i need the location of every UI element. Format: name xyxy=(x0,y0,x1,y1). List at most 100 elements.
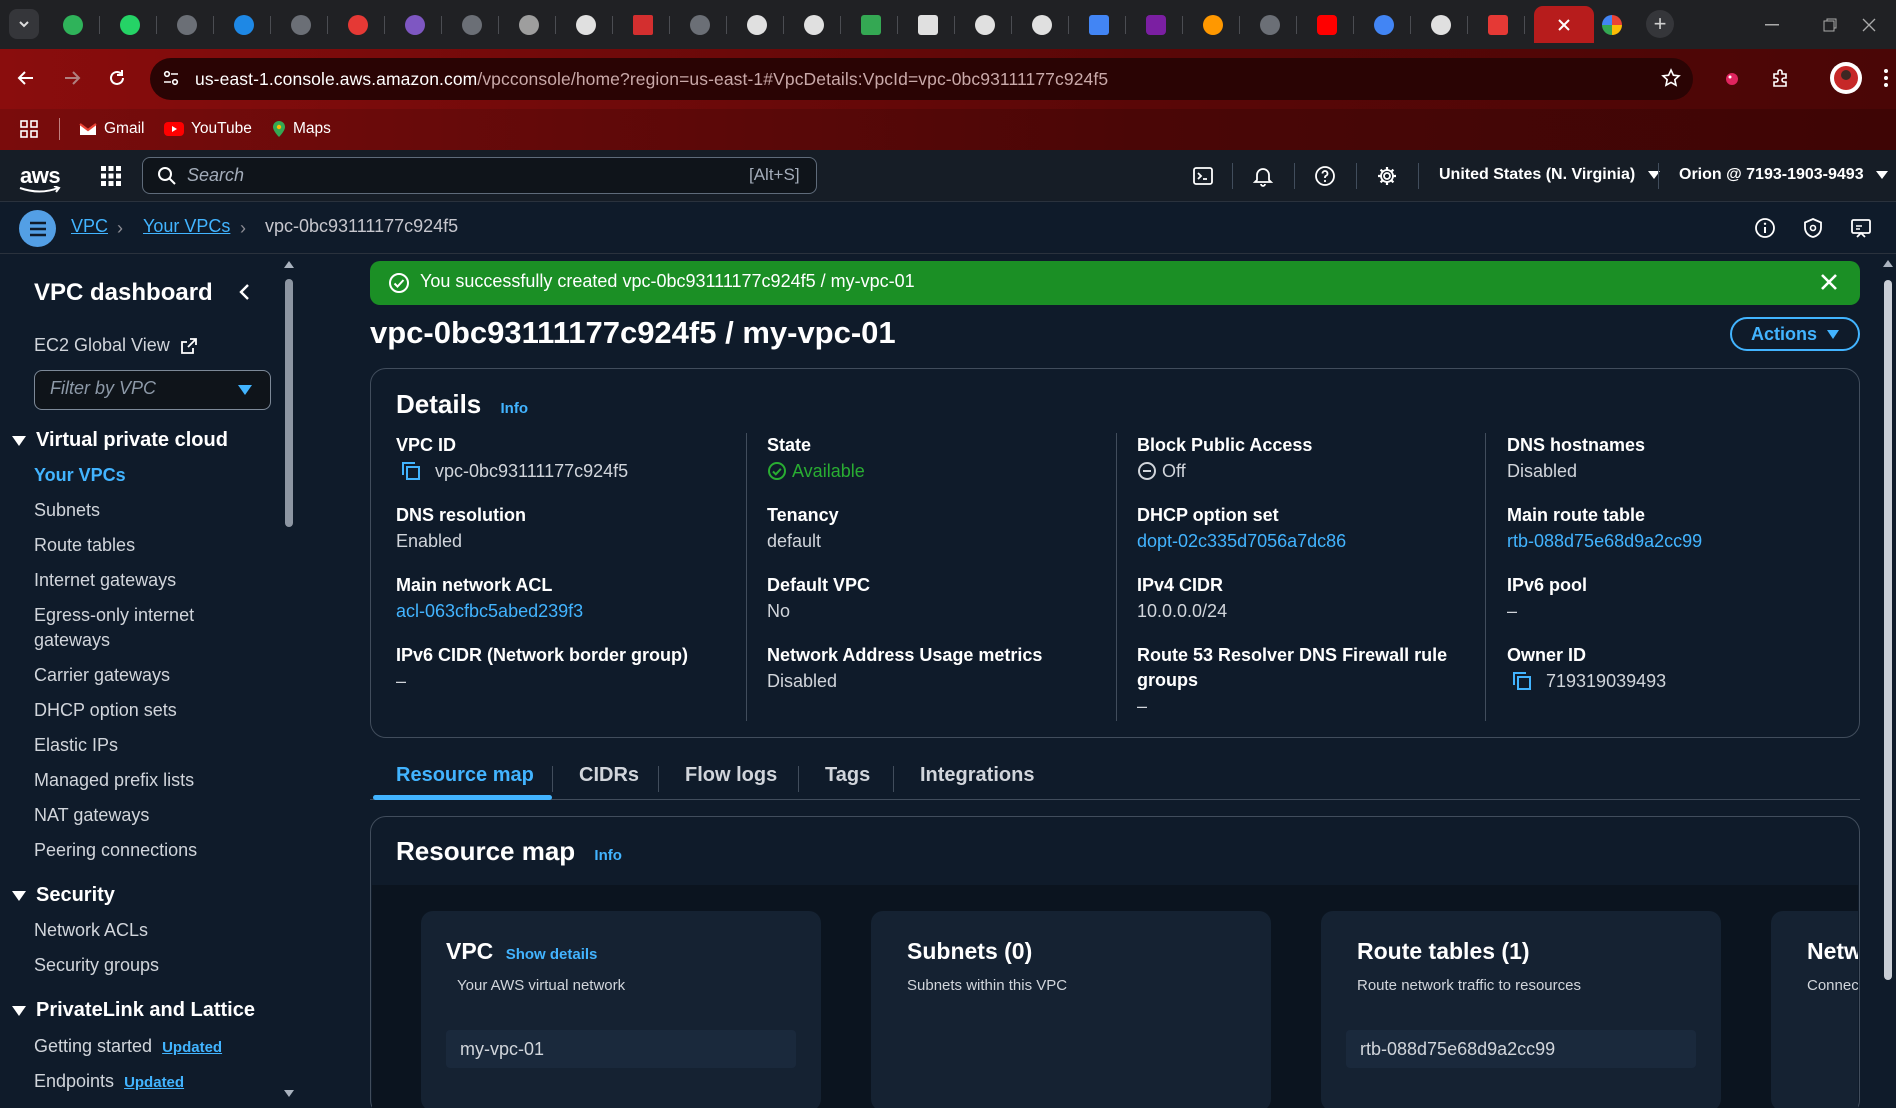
browser-tab[interactable] xyxy=(46,6,100,43)
presentation-icon[interactable] xyxy=(1848,215,1874,241)
copy-icon[interactable] xyxy=(401,461,421,481)
browser-tab[interactable] xyxy=(787,6,841,43)
region-selector[interactable]: United States (N. Virginia) xyxy=(1439,166,1660,184)
sidebar-scrollbar[interactable] xyxy=(282,259,296,1099)
browser-tab[interactable] xyxy=(388,6,442,43)
dismiss-close-icon[interactable] xyxy=(1820,273,1838,291)
sidebar-item-endpoints[interactable]: Endpoints Updated xyxy=(34,1071,184,1092)
vpc-node[interactable]: my-vpc-01 xyxy=(446,1030,796,1068)
sidebar-item-network-acls[interactable]: Network ACLs xyxy=(34,920,148,941)
browser-tab[interactable] xyxy=(1585,6,1639,43)
sidebar-item-dhcp-option-sets[interactable]: DHCP option sets xyxy=(34,700,177,721)
browser-tab[interactable] xyxy=(502,6,556,43)
browser-tab[interactable] xyxy=(1015,6,1069,43)
extensions-puzzle-icon[interactable] xyxy=(1766,64,1794,92)
show-details-link[interactable]: Show details xyxy=(506,946,598,963)
tab-flow-logs[interactable]: Flow logs xyxy=(685,764,777,787)
sidebar-item-route-tables[interactable]: Route tables xyxy=(34,535,135,556)
help-icon[interactable] xyxy=(1312,163,1338,189)
main-route-table-link[interactable]: rtb-088d75e68d9a2cc99 xyxy=(1507,531,1702,552)
site-info-icon[interactable] xyxy=(157,64,185,92)
collapse-sidebar-icon[interactable] xyxy=(231,279,257,305)
browser-tab[interactable] xyxy=(1186,6,1240,43)
browser-menu-icon[interactable] xyxy=(1880,64,1892,92)
browser-tab[interactable] xyxy=(103,6,157,43)
browser-tab[interactable] xyxy=(445,6,499,43)
browser-tab[interactable] xyxy=(1129,6,1183,43)
sidebar-item-internet-gateways[interactable]: Internet gateways xyxy=(34,570,176,591)
browser-tab[interactable] xyxy=(616,6,670,43)
browser-tab[interactable] xyxy=(217,6,271,43)
services-grid-icon[interactable] xyxy=(98,163,124,189)
sidebar-item-managed-prefix-lists[interactable]: Managed prefix lists xyxy=(34,770,194,791)
reload-button[interactable] xyxy=(103,64,131,92)
breadcrumb-your-vpcs[interactable]: Your VPCs xyxy=(143,216,230,237)
browser-tab[interactable] xyxy=(1243,6,1297,43)
apps-grid-icon[interactable] xyxy=(20,115,38,143)
url-text[interactable]: us-east-1.console.aws.amazon.com/vpccons… xyxy=(195,69,1108,90)
forward-button[interactable] xyxy=(58,64,86,92)
dhcp-option-set-link[interactable]: dopt-02c335d7056a7dc86 xyxy=(1137,531,1346,552)
sidebar-item-getting-started[interactable]: Getting started Updated xyxy=(34,1036,222,1057)
back-button[interactable] xyxy=(12,64,40,92)
copy-icon[interactable] xyxy=(1512,671,1532,691)
profile-avatar[interactable] xyxy=(1830,62,1862,94)
sidebar-item-subnets[interactable]: Subnets xyxy=(34,500,100,521)
bookmark-gmail[interactable]: Gmail xyxy=(79,115,144,143)
tab-resource-map[interactable]: Resource map xyxy=(396,764,534,787)
browser-tab[interactable] xyxy=(559,6,613,43)
browser-tab[interactable] xyxy=(1300,6,1354,43)
main-network-acl-link[interactable]: acl-063cfbc5abed239f3 xyxy=(396,601,583,622)
security-shield-icon[interactable] xyxy=(1800,215,1826,241)
sidebar-item-elastic-ips[interactable]: Elastic IPs xyxy=(34,735,118,756)
sidebar-item-your-vpcs[interactable]: Your VPCs xyxy=(34,465,126,486)
sidebar-item-peering-connections[interactable]: Peering connections xyxy=(34,840,197,861)
extension-icon[interactable] xyxy=(1718,64,1746,92)
browser-tab[interactable] xyxy=(1414,6,1468,43)
browser-tab[interactable] xyxy=(160,6,214,43)
cloudshell-icon[interactable] xyxy=(1190,163,1216,189)
browser-tab[interactable] xyxy=(331,6,385,43)
browser-tab[interactable] xyxy=(1072,6,1126,43)
resource-map-info-link[interactable]: Info xyxy=(594,847,622,864)
browser-tab[interactable] xyxy=(958,6,1012,43)
minimize-button[interactable] xyxy=(1743,0,1801,49)
updated-badge[interactable]: Updated xyxy=(162,1039,222,1056)
browser-tab[interactable] xyxy=(844,6,898,43)
sidebar-item-carrier-gateways[interactable]: Carrier gateways xyxy=(34,665,170,686)
main-scrollbar[interactable] xyxy=(1880,254,1896,1108)
bookmark-youtube[interactable]: YouTube xyxy=(164,115,252,143)
close-icon[interactable] xyxy=(1557,18,1571,32)
sidebar-item-egress-only-gateways-line2[interactable]: gateways xyxy=(34,630,110,651)
sidebar-item-nat-gateways[interactable]: NAT gateways xyxy=(34,805,149,826)
breadcrumb-vpc[interactable]: VPC xyxy=(71,216,108,237)
notifications-bell-icon[interactable] xyxy=(1250,163,1276,189)
sidebar-item-egress-only-gateways[interactable]: Egress-only internet xyxy=(34,605,194,626)
browser-tab[interactable] xyxy=(730,6,784,43)
account-menu[interactable]: Orion @ 7193-1903-9493 xyxy=(1679,166,1889,184)
sidebar-title[interactable]: VPC dashboard xyxy=(34,279,213,307)
sidebar-section-vpc[interactable]: Virtual private cloud xyxy=(12,429,228,452)
sidebar-item-ec2-global-view[interactable]: EC2 Global View xyxy=(34,335,198,356)
actions-button[interactable]: Actions xyxy=(1730,317,1860,351)
updated-badge[interactable]: Updated xyxy=(124,1074,184,1091)
aws-logo[interactable]: aws xyxy=(19,163,61,193)
tab-search-button[interactable] xyxy=(9,9,39,39)
sidebar-item-security-groups[interactable]: Security groups xyxy=(34,955,159,976)
sidebar-section-security[interactable]: Security xyxy=(12,884,115,907)
browser-tab[interactable] xyxy=(1471,6,1525,43)
side-nav-toggle[interactable] xyxy=(19,210,56,247)
bookmark-maps[interactable]: Maps xyxy=(272,115,331,143)
tab-cidrs[interactable]: CIDRs xyxy=(579,764,639,787)
sidebar-section-privatelink[interactable]: PrivateLink and Lattice xyxy=(12,999,255,1022)
route-table-node[interactable]: rtb-088d75e68d9a2cc99 xyxy=(1346,1030,1696,1068)
browser-tab[interactable] xyxy=(901,6,955,43)
browser-tab[interactable] xyxy=(673,6,727,43)
tab-tags[interactable]: Tags xyxy=(825,764,870,787)
close-window-button[interactable] xyxy=(1840,0,1896,49)
browser-tab[interactable] xyxy=(274,6,328,43)
details-info-link[interactable]: Info xyxy=(501,400,529,417)
bookmark-star-icon[interactable] xyxy=(1657,64,1685,92)
settings-gear-icon[interactable] xyxy=(1374,163,1400,189)
tab-integrations[interactable]: Integrations xyxy=(920,764,1034,787)
